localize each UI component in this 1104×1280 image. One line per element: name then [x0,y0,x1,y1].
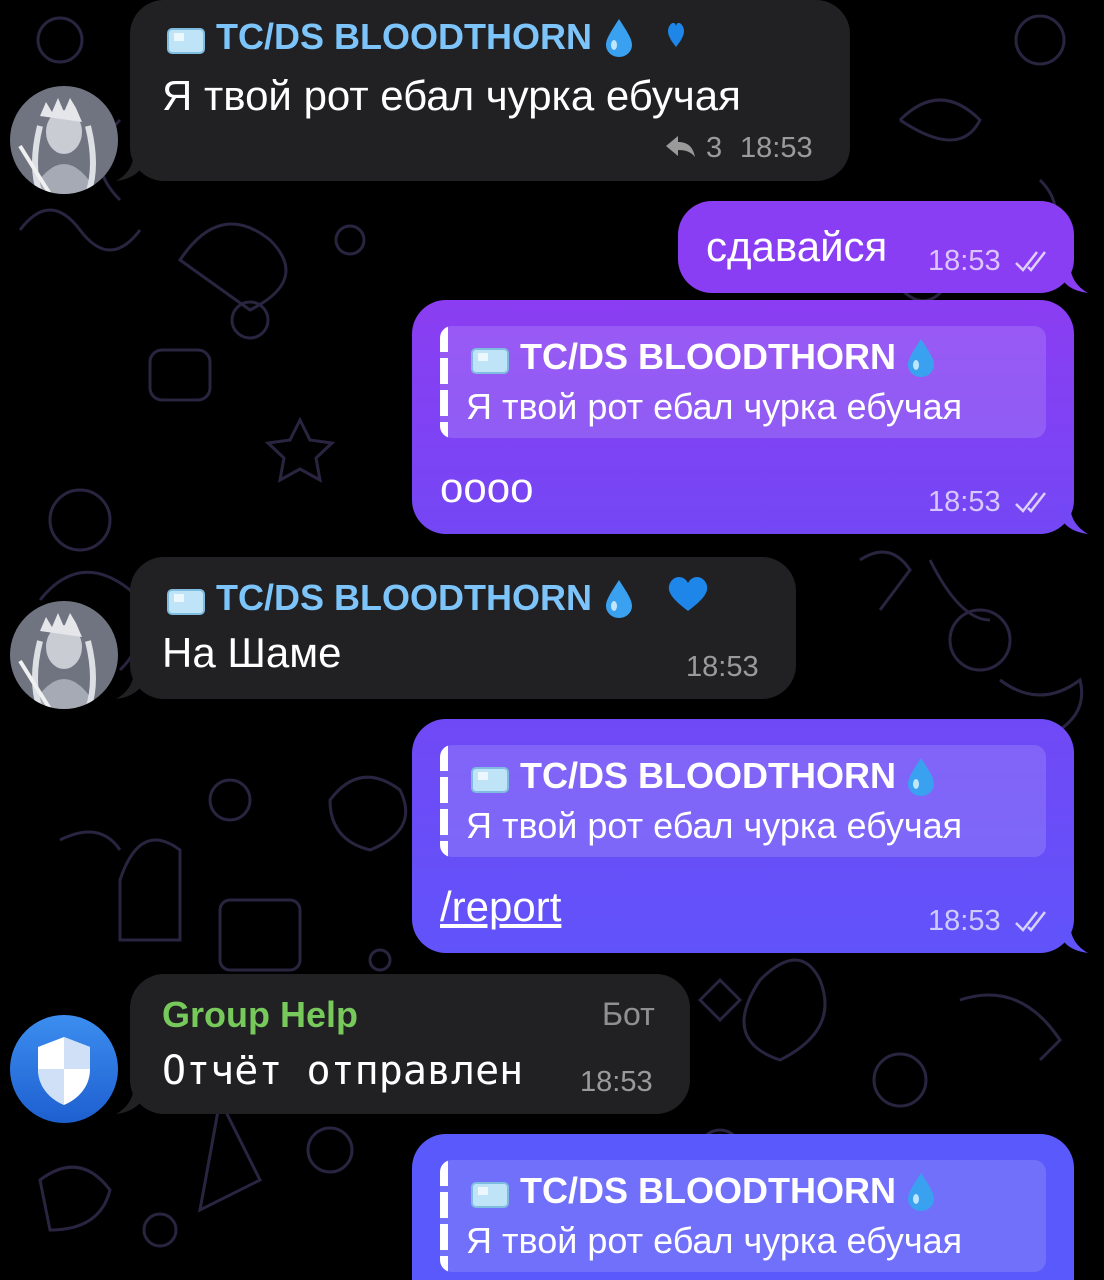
double-check-icon [1015,251,1046,272]
message-text: На Шаме [162,629,342,676]
quote-bar [440,745,448,857]
bubble-tail [1058,504,1088,534]
message-bubble[interactable]: TC/DS BLOODTHORN Я твой рот ебал чурка е… [116,0,850,181]
water-drop-emoji [906,756,936,796]
message-time: 18:53 [928,245,1001,277]
message-time: 18:53 [686,651,759,683]
water-drop-emoji [604,578,634,618]
message-time: 18:53 [928,486,1001,518]
blue-heart-emoji [664,573,712,622]
quote-sender: TC/DS BLOODTHORN [470,336,936,378]
avatar-bloodthorn[interactable] [10,86,118,194]
bubble-tail [116,151,146,181]
message-time: 18:53 [740,132,813,164]
reply-count[interactable]: 3 [706,132,722,165]
message-bubble[interactable]: Group Help Бот Отчёт отправлен 18:53 [116,974,690,1114]
quote-bar [440,1160,448,1272]
quote-sender: TC/DS BLOODTHORN [470,1170,936,1212]
ice-cube-emoji [470,342,510,374]
sender-name[interactable]: TC/DS BLOODTHORN [166,16,686,58]
message-text: сдавайся [706,223,888,270]
sender-name[interactable]: TC/DS BLOODTHORN [166,573,712,622]
sender-name[interactable]: Group Help [162,994,358,1036]
message-bubble[interactable]: TC/DS BLOODTHORN На Шаме 18:53 [116,557,796,699]
reply-quote[interactable]: TC/DS BLOODTHORN Я твой рот ебал чурка е… [440,745,1046,857]
water-drop-emoji [906,337,936,377]
bubble-tail [1058,923,1088,953]
message-bubble[interactable]: TC/DS BLOODTHORN Я твой рот ебал чурка е… [412,719,1088,953]
ice-cube-emoji [166,583,206,615]
double-check-icon [1015,492,1046,513]
message-time: 18:53 [580,1066,653,1098]
ice-cube-emoji [470,1176,510,1208]
bot-command-link[interactable]: /report [440,883,561,931]
reply-quote[interactable]: TC/DS BLOODTHORN Я твой рот ебал чурка е… [440,326,1046,438]
blue-heart-emoji [666,16,686,58]
bubble-tail [1058,263,1088,293]
message-text: Отчёт отправлен [162,1048,524,1094]
message-text: оооо [440,464,534,511]
bubble-tail [116,1084,146,1114]
avatar-bloodthorn[interactable] [10,601,118,709]
quote-text: Я твой рот ебал чурка ебучая [466,386,963,427]
double-check-icon [1015,911,1046,932]
reply-quote[interactable]: TC/DS BLOODTHORN Я твой рот ебал чурка е… [440,1160,1046,1272]
quote-sender: TC/DS BLOODTHORN [470,755,936,797]
avatar-group-help[interactable] [10,1015,118,1123]
water-drop-emoji [906,1171,936,1211]
ice-cube-emoji [470,761,510,793]
message-bubble[interactable]: сдавайся 18:53 [678,201,1088,293]
quote-text: Я твой рот ебал чурка ебучая [466,805,963,846]
quote-text: Я твой рот ебал чурка ебучая [466,1220,963,1261]
ice-cube-emoji [166,22,206,54]
message-bubble[interactable]: TC/DS BLOODTHORN Я твой рот ебал чурка е… [412,300,1088,534]
message-time: 18:53 [928,905,1001,937]
message-bubble[interactable]: TC/DS BLOODTHORN Я твой рот ебал чурка е… [412,1134,1074,1280]
water-drop-emoji [604,17,634,57]
bot-badge: Бот [602,996,655,1032]
bubble-tail [116,669,146,699]
message-text: Я твой рот ебал чурка ебучая [162,72,741,119]
quote-bar [440,326,448,438]
reply-arrow-icon[interactable] [664,134,696,163]
